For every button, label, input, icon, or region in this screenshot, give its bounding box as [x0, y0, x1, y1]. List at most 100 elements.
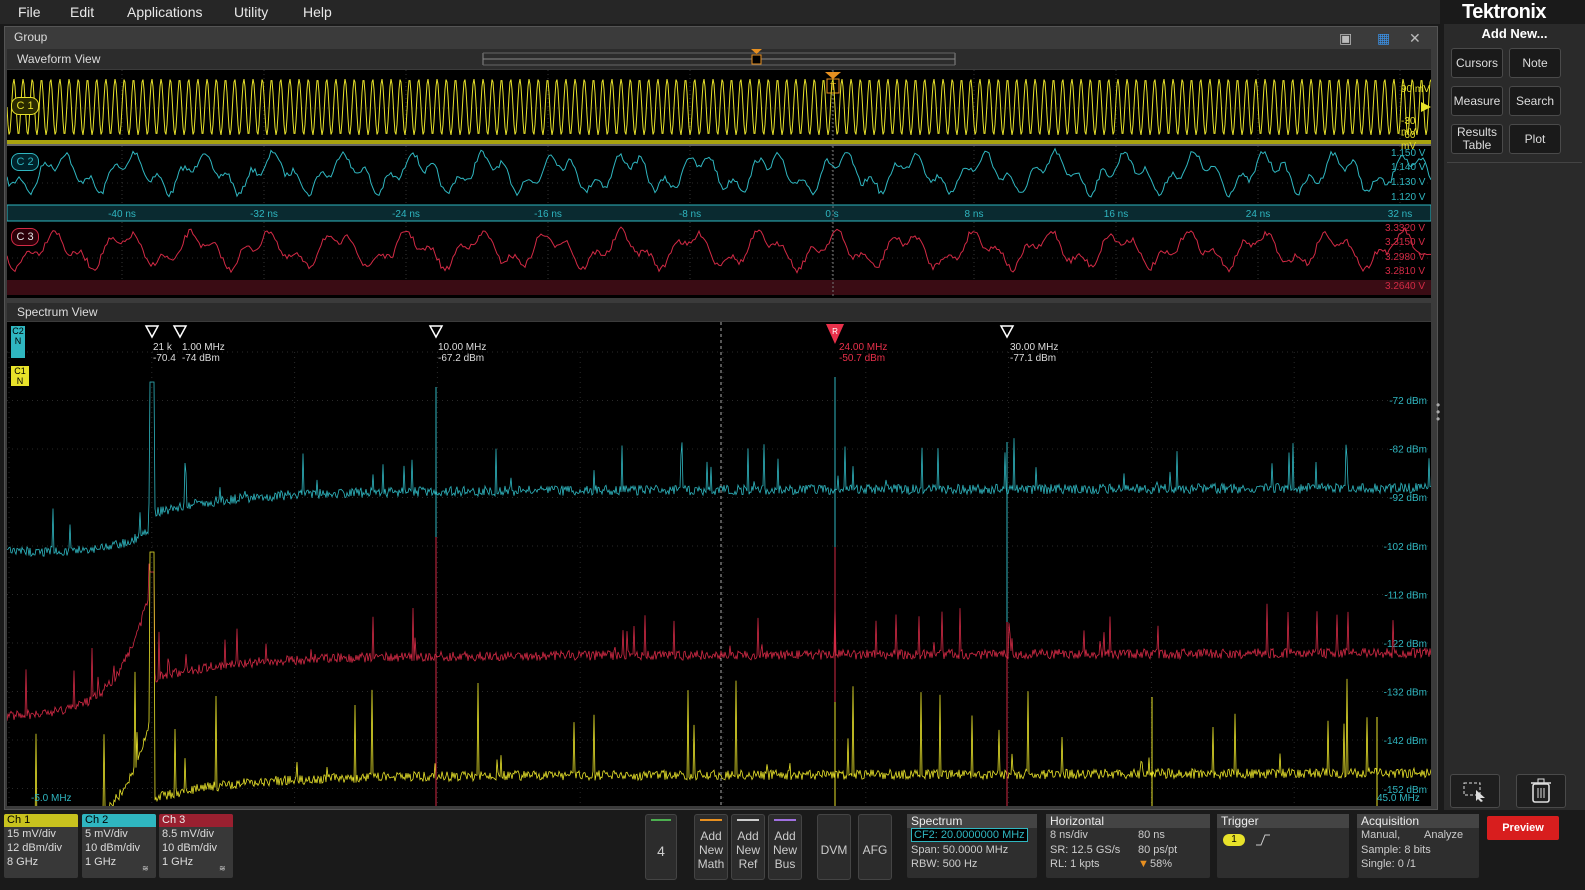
ch2-scale-2: 1.140 V — [1391, 162, 1426, 173]
add-new-ref-label: Add New Ref — [735, 829, 760, 871]
save-layout-icon[interactable]: ▣ — [1339, 30, 1352, 47]
ch3-badge-title: Ch 3 — [159, 814, 233, 827]
menu-file[interactable]: File — [18, 4, 41, 20]
ch1-dbdiv: 12 dBm/div — [7, 842, 63, 854]
ch1-label[interactable]: C 1 — [11, 97, 39, 115]
db-tick-label: -72 dBm — [1389, 396, 1427, 407]
delete-button[interactable] — [1516, 774, 1566, 808]
sample-rate: SR: 12.5 GS/s — [1050, 843, 1121, 856]
ref-color-bar — [737, 819, 759, 821]
trash-icon — [1531, 778, 1551, 803]
preview-button[interactable]: Preview — [1487, 816, 1559, 840]
menu-help[interactable]: Help — [303, 4, 332, 20]
marker-3-level: -67.2 dBm — [438, 353, 485, 364]
dvm-button[interactable]: DVM — [817, 814, 851, 880]
add-new-ref-button[interactable]: Add New Ref — [731, 814, 765, 880]
acq-single: Single: 0 /1 — [1361, 858, 1417, 870]
spectrum-badge[interactable]: Spectrum CF2: 20.0000000 MHz Span: 50.00… — [907, 814, 1037, 878]
time-tick-label: 32 ns — [1388, 209, 1412, 220]
ch1-vdiv: 15 mV/div — [7, 828, 56, 840]
measure-button[interactable]: Measure — [1451, 86, 1503, 116]
ch2-bw-limit-icon: ≋ — [142, 864, 149, 873]
db-tick-label: -92 dBm — [1389, 493, 1427, 504]
afg-label: AFG — [862, 843, 888, 857]
horizontal-row-1: 8 ns/div 80 ns — [1046, 828, 1210, 843]
cursors-button[interactable]: Cursors — [1451, 48, 1503, 78]
channel-count-value: 4 — [657, 843, 665, 859]
ch3-label[interactable]: C 3 — [11, 228, 39, 246]
marker-ref-readout: 24.00 MHz -50.7 dBm — [839, 342, 887, 364]
marker-1-freq: 21 k — [153, 342, 172, 353]
spectrum-marker — [144, 325, 160, 339]
marker-3-freq: 10.00 MHz — [438, 342, 487, 353]
close-icon[interactable]: ✕ — [1409, 30, 1421, 47]
ch3-bw-limit-icon: ≋ — [219, 864, 226, 873]
bottom-bar: Ch 1 15 mV/div 12 dBm/div 8 GHz Ch 2 5 m… — [0, 810, 1585, 890]
trigger-position: 58% — [1150, 858, 1173, 870]
trigger-badge-title: Trigger — [1217, 814, 1349, 828]
acquisition-badge[interactable]: Acquisition Manual, Analyze Sample: 8 bit… — [1357, 814, 1479, 878]
c1-tag-label: C1 — [14, 366, 26, 376]
trigger-source: 1 — [1223, 834, 1245, 846]
spectrum-c2-tag[interactable]: C2 N — [11, 326, 25, 358]
stop-freq-label: 45.0 MHz — [1377, 793, 1420, 804]
ch3-scale-2: 3.3150 V — [1385, 237, 1426, 248]
record-overview-bar[interactable] — [7, 49, 1431, 69]
menu-edit[interactable]: Edit — [70, 4, 94, 20]
db-tick-label: -102 dBm — [1384, 542, 1427, 553]
time-per-div: 8 ns/div — [1050, 829, 1088, 841]
afg-button[interactable]: AFG — [858, 814, 892, 880]
horizontal-row-2: SR: 12.5 GS/s 80 ps/pt — [1046, 843, 1210, 858]
time-tick-label: -32 ns — [250, 209, 278, 220]
note-button[interactable]: Note — [1509, 48, 1561, 78]
ch3-badge[interactable]: Ch 3 8.5 mV/div 10 dBm/div 1 GHz ≋ — [159, 814, 233, 878]
waveform-graticule: T-40 ns -32 ns -24 ns -16 ns -8 ns 0 s8 ns 16 … — [7, 70, 1431, 298]
tektronix-logo: Tektronix — [1462, 1, 1547, 23]
plot-button[interactable]: Plot — [1509, 124, 1561, 154]
ch2-label[interactable]: C 2 — [11, 153, 39, 171]
spectrum-span: Span: 50.0000 MHz — [911, 843, 1009, 856]
menu-applications[interactable]: Applications — [127, 4, 203, 20]
spectrum-view-header: Spectrum View — [7, 303, 1431, 321]
add-new-bus-label: Add New Bus — [772, 829, 797, 871]
ch1-offset-arrow — [1421, 102, 1431, 112]
db-tick-label: -82 dBm — [1389, 445, 1427, 456]
rising-edge-icon — [1256, 834, 1270, 846]
ch3-scale-4: 3.2810 V — [1385, 266, 1426, 277]
ch3-offset-band — [7, 280, 1431, 295]
time-tick-label: -40 ns — [108, 209, 136, 220]
channel-count-button[interactable]: 4 — [645, 814, 677, 880]
time-tick-label: -16 ns — [534, 209, 562, 220]
reference-marker-label: R — [832, 327, 838, 336]
waveform-plot[interactable]: T -40 ns -32 ns -24 ns -16 ns -8 ns 0 s8 ns 16 … — [7, 70, 1431, 298]
marker-ref-level: -50.7 dBm — [839, 353, 886, 364]
panel-resize-handle[interactable]: • • • — [1436, 399, 1442, 426]
center-freq-value[interactable]: CF2: 20.0000000 MHz — [911, 828, 1028, 842]
ch1-badge[interactable]: Ch 1 15 mV/div 12 dBm/div 8 GHz — [4, 814, 78, 878]
select-region-icon — [1463, 782, 1485, 802]
channel-count-bar — [651, 819, 671, 821]
grid-layout-icon[interactable]: ▦ — [1377, 30, 1390, 47]
time-tick-label: -24 ns — [392, 209, 420, 220]
add-new-math-button[interactable]: Add New Math — [694, 814, 728, 880]
select-region-button[interactable] — [1450, 774, 1500, 808]
ch2-badge[interactable]: Ch 2 5 mV/div 10 dBm/div 1 GHz ≋ — [82, 814, 156, 878]
add-new-title: Add New... — [1481, 26, 1548, 41]
spectrum-marker — [172, 325, 188, 339]
add-new-bus-button[interactable]: Add New Bus — [768, 814, 802, 880]
menu-utility[interactable]: Utility — [234, 4, 268, 20]
ch2-dbdiv: 10 dBm/div — [85, 842, 141, 854]
spectrum-c1-tag[interactable]: C1 N — [11, 366, 29, 386]
time-axis-band — [7, 204, 1431, 222]
spectrum-plot[interactable]: -72 dBm -82 dBm -92 dBm -102 dBm -112 dBm -12… — [7, 322, 1431, 806]
marker-1-readout: 21 k -70.4 — [153, 342, 176, 364]
db-tick-label: -112 dBm — [1384, 590, 1427, 601]
horizontal-badge[interactable]: Horizontal 8 ns/div 80 ns SR: 12.5 GS/s 80… — [1046, 814, 1210, 878]
trigger-badge[interactable]: Trigger 1 — [1217, 814, 1349, 878]
results-table-button[interactable]: Results Table — [1451, 124, 1503, 154]
db-tick-label: -142 dBm — [1384, 736, 1427, 747]
record-length: RL: 1 kpts — [1050, 858, 1100, 870]
bus-color-bar — [774, 819, 796, 821]
time-tick-label: 8 ns — [965, 209, 984, 220]
search-button[interactable]: Search — [1509, 86, 1561, 116]
